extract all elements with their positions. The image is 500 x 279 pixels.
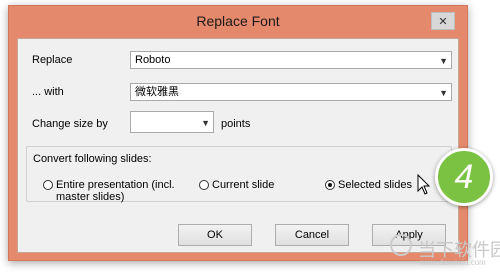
chevron-down-icon: ▼ [201,118,210,128]
step-number-badge: 4 [435,148,493,206]
dialog-body: Replace Roboto ▼ ... with 微软雅黑 ▼ Change … [17,38,459,253]
radio-selected-label: Selected slides [338,179,412,191]
close-icon: ✕ [438,15,448,28]
radio-current-slide[interactable]: Current slide [199,179,274,191]
convert-slides-group: Convert following slides: Entire present… [26,146,452,203]
replace-font-select[interactable]: Roboto ▼ [130,51,452,69]
dialog-title: Replace Font [196,13,280,29]
radio-entire-presentation[interactable]: Entire presentation (incl. master slides… [43,179,175,203]
radio-entire-label-2: master slides) [56,191,125,203]
cancel-button[interactable]: Cancel [275,224,349,246]
radio-current-label: Current slide [212,179,275,191]
watermark-url: www.downxia.com [420,258,486,267]
with-label: ... with [32,86,64,98]
replace-label: Replace [32,54,73,66]
watermark-logo-icon [390,234,412,256]
points-label: points [221,118,251,130]
convert-group-label: Convert following slides: [33,153,152,165]
chevron-down-icon: ▼ [439,56,448,66]
radio-button-icon [199,180,209,190]
radio-entire-label-1: Entire presentation (incl. [56,179,175,191]
ok-button[interactable]: OK [178,224,252,246]
replace-font-dialog: Replace Font ✕ Replace Roboto ▼ ... with… [8,5,468,261]
size-select[interactable]: ▼ [130,111,214,133]
with-font-select[interactable]: 微软雅黑 ▼ [130,83,452,101]
radio-selected-slides[interactable]: Selected slides [325,179,412,191]
with-font-value: 微软雅黑 [135,86,179,98]
replace-font-value: Roboto [135,54,171,66]
radio-button-icon [43,180,53,190]
close-button[interactable]: ✕ [431,12,455,30]
chevron-down-icon: ▼ [439,88,448,98]
radio-button-selected-icon [325,180,335,190]
mouse-cursor-icon [417,173,431,199]
change-size-label: Change size by [32,118,108,130]
watermark: 当下软件园 www.downxia.com [390,232,500,272]
